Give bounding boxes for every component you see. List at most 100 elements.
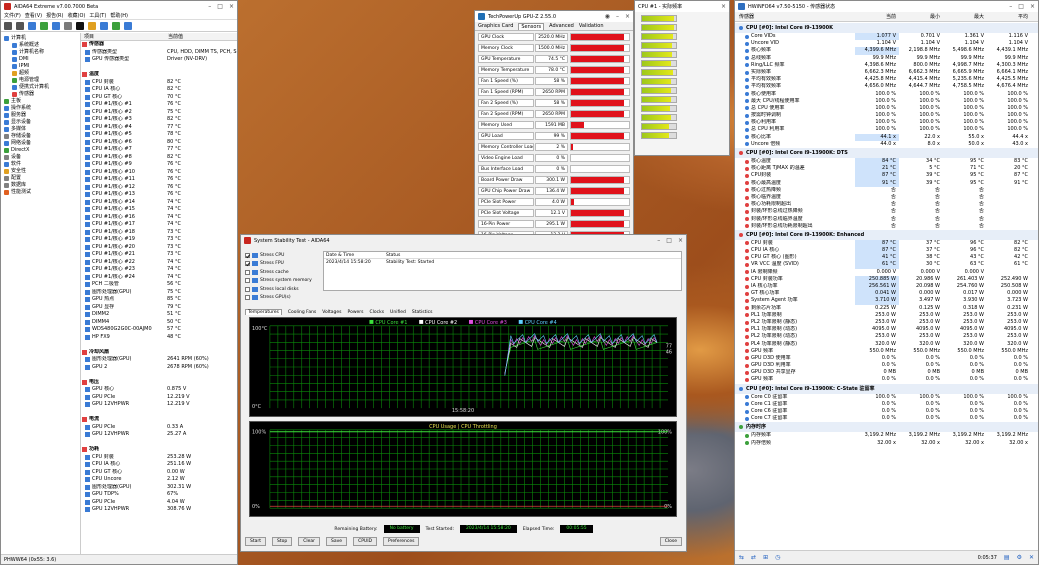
sensor-row[interactable]: 内存倍频 32.00 x 32.00 x 32.00 x 32.00 x (735, 440, 1038, 447)
close-button[interactable]: Close (659, 536, 682, 546)
sensor-row[interactable]: CPU 封装 87 °C 37 °C 96 °C 82 °C (735, 239, 1038, 248)
menu-item[interactable]: 工具(T) (89, 12, 106, 19)
up-icon[interactable] (28, 21, 36, 30)
col-min[interactable]: 最小 (899, 12, 943, 21)
tree-item[interactable]: 计算机 (1, 35, 80, 42)
sensor-name-dropdown[interactable]: Memory Used (478, 120, 534, 129)
sensor-row[interactable]: 按需时钟调制 100.0 % 100.0 % 100.0 % 100.0 % (735, 112, 1038, 119)
sensor-name-dropdown[interactable]: Board Power Draw (478, 175, 534, 184)
sensor-row[interactable]: 最大 CPU/线程使用率 100.0 % 100.0 % 100.0 % 100.0 % (735, 98, 1038, 105)
cpumon-titlebar[interactable]: CPU #1 - 实际频率 × (635, 1, 729, 12)
sensor-row[interactable]: 平均有效频率 4,656.0 MHz 4,644.7 MHz 4,758.5 MHz 4… (735, 83, 1038, 90)
stress-checkbox[interactable]: Stress system memory (245, 277, 317, 286)
checkbox-icon[interactable] (245, 269, 250, 275)
sensor-name-dropdown[interactable]: Memory Clock (478, 43, 534, 52)
network-icon[interactable] (100, 21, 108, 30)
gpuz-titlebar[interactable]: TechPowerUp GPU-Z 2.55.0 ◉ – × (475, 11, 633, 22)
sensor-row[interactable]: GPU D3D 利用率 0.0 % 0.0 % 0.0 % 0.0 % (735, 362, 1038, 369)
hwinfo-window[interactable]: HWiNFO64 v7.50-5150 - 传感器状态 – □ × 传感器 当前 最… (734, 0, 1039, 565)
sensor-name-dropdown[interactable]: PCIe Slot Voltage (478, 208, 534, 217)
minimize-icon[interactable]: – (208, 3, 211, 10)
sensor-group-header[interactable]: CPU [#0]: Intel Core i9-13900K: C-State … (735, 383, 1038, 394)
sensor-row[interactable]: 核心临界温度 否 否 否 (735, 194, 1038, 201)
close-icon[interactable]: ✕ (1029, 554, 1034, 561)
sensor-row[interactable]: GT 核心功率 0.041 W 0.000 W 0.017 W 0.000 W (735, 290, 1038, 298)
sensor-row[interactable]: IA 核心功率 256.561 W 20.098 W 254.760 W 250.508… (735, 283, 1038, 291)
sensor-group-header[interactable]: 内存时序 (735, 422, 1038, 433)
sensor-row[interactable]: 总 CPU 使用率 100.0 % 100.0 % 100.0 % 100.0 % (735, 105, 1038, 112)
sensor-row[interactable]: 核心比率 44.1 x 22.0 x 55.0 x 44.4 x (735, 133, 1038, 141)
sensor-name-dropdown[interactable]: Memory Controller Load (478, 142, 534, 151)
tree-item[interactable]: 设备 (1, 154, 80, 161)
sensor-row[interactable]: Core C0 驻留率 100.0 % 100.0 % 100.0 % 100.0 % (735, 394, 1038, 401)
col-current[interactable]: 当前 (855, 12, 899, 21)
col-max[interactable]: 最大 (943, 12, 987, 21)
report-icon[interactable] (52, 21, 60, 30)
sensor-row[interactable]: PL1 功率限制 253.0 W 253.0 W 253.0 W 253.0 W (735, 312, 1038, 319)
cpuid-button[interactable]: CPUID (353, 536, 378, 546)
tree-item[interactable]: IPMI (1, 63, 80, 70)
refresh-icon[interactable] (40, 21, 48, 30)
sensor-name-dropdown[interactable]: 16-Pin Power (478, 219, 534, 228)
stress-checkbox[interactable]: Stress FPU (245, 260, 317, 269)
tree-item[interactable]: 服务器 (1, 112, 80, 119)
sensor-row[interactable]: 封装/环形总线临界温度 否 否 否 (735, 216, 1038, 223)
aida64-window[interactable]: AIDA64 Extreme v7.00.7000 Beta – □ × 文件(F)… (0, 0, 238, 565)
sensor-row[interactable]: 核心使用率 100.0 % 100.0 % 100.0 % 100.0 % (735, 91, 1038, 98)
stress-checkbox[interactable]: Stress cache (245, 268, 317, 277)
sensor-row[interactable]: Uncore 倍频 44.0 x 8.0 x 50.0 x 43.0 x (735, 141, 1038, 148)
tab-validation[interactable]: Validation (579, 23, 604, 29)
minimize-icon[interactable]: – (1009, 3, 1012, 10)
tree-item[interactable]: 便携式计算机 (1, 84, 80, 91)
tree-item[interactable]: 主板 (1, 98, 80, 105)
sensor-row[interactable]: CPU封装 87 °C 39 °C 95 °C 87 °C (735, 172, 1038, 180)
arrows-icon[interactable]: ⇆ (739, 554, 744, 561)
checkbox-icon[interactable] (245, 261, 250, 267)
aida64-titlebar[interactable]: AIDA64 Extreme v7.00.7000 Beta – □ × (1, 1, 237, 12)
gear-icon[interactable]: ⚙ (1017, 554, 1022, 561)
sensor-row[interactable]: 核心利用率 100.0 % 100.0 % 100.0 % 100.0 % (735, 119, 1038, 126)
sensor-name-dropdown[interactable]: Fan 2 Speed (%) (478, 98, 534, 107)
sensor-name-dropdown[interactable]: Memory Temperature (478, 65, 534, 74)
save-button[interactable]: Save (326, 536, 348, 546)
close-icon[interactable]: × (229, 3, 234, 10)
sensor-row[interactable]: 核心功耗限制超出 否 否 否 (735, 201, 1038, 208)
sensor-row[interactable]: Ring/LLC 频率 4,398.6 MHz 800.0 MHz 4,998.7 M… (735, 62, 1038, 69)
menu-item[interactable]: 收藏(O) (68, 12, 86, 19)
col-item[interactable]: 项目 (81, 33, 165, 40)
cpu-frequency-monitor-window[interactable]: CPU #1 - 实际频率 × (634, 0, 730, 156)
sensor-name-dropdown[interactable]: GPU Temperature (478, 54, 534, 63)
benchmark-icon[interactable] (64, 21, 72, 30)
tree-item[interactable]: 电源管理 (1, 77, 80, 84)
stress-checkbox[interactable]: Stress local disks (245, 285, 317, 294)
sensor-name-dropdown[interactable]: GPU Clock (478, 32, 534, 41)
tree-item[interactable]: 配置 (1, 175, 80, 182)
sensor-row[interactable]: PL4 功率限制 (静态) 320.0 W 320.0 W 320.0 W 320.0 … (735, 341, 1038, 348)
sensor-row[interactable]: Uncore VID 1.104 V 1.104 V 1.104 V 1.104 V (735, 40, 1038, 47)
tree-item[interactable]: 网络设备 (1, 140, 80, 147)
checkbox-icon[interactable] (245, 286, 250, 292)
sensor-row[interactable]: CPU IA 核心 87 °C 37 °C 96 °C 82 °C (735, 247, 1038, 255)
sensor-row[interactable]: 总 CPU 利用率 100.0 % 100.0 % 100.0 % 100.0 % (735, 126, 1038, 133)
sensor-row[interactable]: 核心温度 84 °C 34 °C 95 °C 83 °C (735, 158, 1038, 166)
sensor-row[interactable]: GPU D3D 共享显存 0 MB 0 MB 0 MB 0 MB (735, 369, 1038, 376)
tree-item[interactable]: 系统概述 (1, 42, 80, 49)
sensor-group-header[interactable]: CPU [#0]: Intel Core i9-13900K: DTS (735, 148, 1038, 158)
checkbox-icon[interactable] (245, 295, 250, 301)
checkbox-icon[interactable] (245, 252, 250, 258)
tree-item[interactable]: DMI (1, 56, 80, 63)
close-icon[interactable]: × (625, 13, 630, 20)
tab-voltages[interactable]: Voltages (322, 310, 341, 315)
tree-item[interactable]: 数据库 (1, 182, 80, 189)
tab-sensors[interactable]: Sensors (518, 22, 545, 30)
maximize-icon[interactable]: □ (666, 237, 672, 244)
sensor-row[interactable]: 内存频率 3,199.2 MHz 3,199.2 MHz 3,199.2 MHz 3,1… (735, 432, 1038, 439)
stop-button[interactable]: Stop (272, 536, 293, 546)
col-sensor[interactable]: 传感器 (735, 12, 855, 21)
sensor-name-dropdown[interactable]: Fan 1 Speed (%) (478, 76, 534, 85)
sensor-name-dropdown[interactable]: Fan 1 Speed (RPM) (478, 87, 534, 96)
sensor-name-dropdown[interactable]: GPU Load (478, 131, 534, 140)
tree-item[interactable]: 性能测试 (1, 189, 80, 196)
sensor-row[interactable]: 核心最高温度 91 °C 39 °C 95 °C 91 °C (735, 179, 1038, 187)
download-icon[interactable] (112, 21, 120, 30)
